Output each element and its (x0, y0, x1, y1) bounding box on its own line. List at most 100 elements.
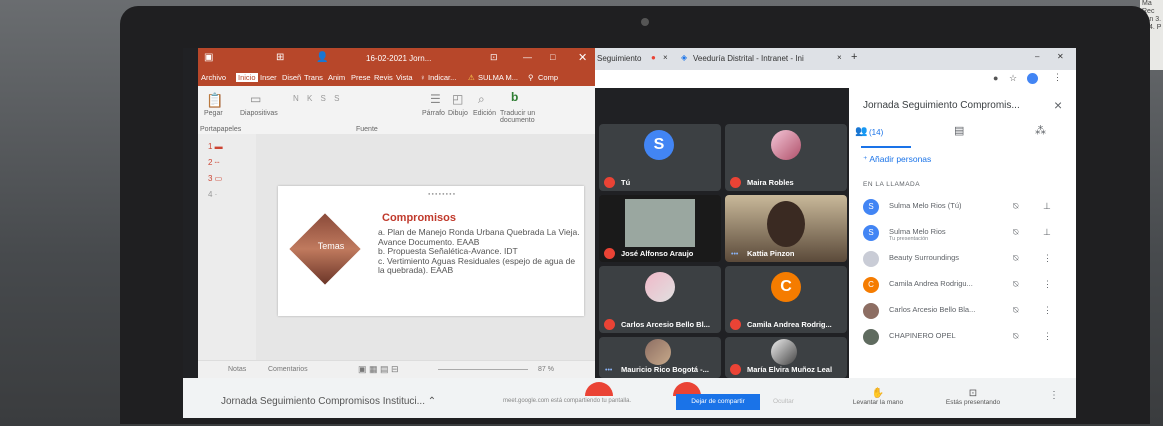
powerpoint-window: ▣ ⊞ 👤 16-02-2021 Jorn... ⊡ — □ ✕ Archivo… (198, 48, 595, 379)
avatar (645, 339, 671, 365)
close-tab-icon[interactable]: × (663, 53, 668, 62)
participant-row[interactable]: C Camila Andrea Rodrigu... ⍉ ⋮ (863, 274, 1068, 298)
more-options-icon[interactable]: ⋮ (1043, 279, 1052, 290)
new-tab-icon[interactable]: + (851, 51, 857, 63)
drawing-icon[interactable]: ◰ (452, 92, 463, 106)
participant-tile[interactable]: Carlos Arcesio Bello Bl... (599, 266, 721, 333)
thumbnail-1[interactable]: 1 ▬ (208, 142, 246, 156)
raise-hand-button[interactable]: ✋ Levantar la mano (843, 388, 913, 406)
participant-row[interactable]: Beauty Surroundings ⍉ ⋮ (863, 248, 1068, 272)
menu-icon[interactable]: ⋮ (1053, 72, 1062, 83)
participant-tile[interactable]: María Elvira Muñoz Leal (725, 337, 847, 378)
close-tab-icon[interactable]: × (837, 53, 842, 62)
avatar: S (863, 199, 879, 215)
clipboard-label: Portapapeles (200, 126, 242, 133)
camera-indicator-icon[interactable]: ● (993, 73, 998, 83)
close-window-icon[interactable]: ✕ (1057, 52, 1064, 61)
pin-icon[interactable]: ⊥ (1043, 227, 1051, 238)
chat-icon[interactable]: ▤ (954, 124, 964, 137)
minimize-icon[interactable]: — (523, 52, 532, 62)
search-icon[interactable]: ⌕ (478, 92, 485, 107)
tab-meet[interactable]: Seguimiento (597, 54, 641, 63)
save-icon[interactable]: ▣ (204, 52, 213, 63)
participant-tile[interactable]: C Camila Andrea Rodrig... (725, 266, 847, 333)
mic-off-icon: ⍉ (1013, 201, 1019, 211)
ribbon-display-icon[interactable]: ⊡ (490, 52, 498, 63)
people-icon[interactable]: 👥 (855, 126, 867, 137)
font-format-icons[interactable]: N K S S (293, 94, 342, 103)
tab-revisar[interactable]: Revis (374, 73, 393, 82)
recording-icon: ● (651, 53, 656, 62)
pin-icon[interactable]: ⊥ (1043, 201, 1051, 212)
translate-icon[interactable]: b (511, 90, 518, 104)
tell-me-box[interactable]: Indicar... (428, 73, 456, 82)
participant-tile[interactable]: S Tú (599, 124, 721, 191)
slide[interactable]: ● ● ● ● ● ● ● ● Temas Compromisos a. Pla… (278, 186, 584, 316)
sharing-notice: meet.google.com está compartiendo tu pan… (503, 398, 632, 404)
tab-vista[interactable]: Vista (396, 73, 413, 82)
presenting-button[interactable]: ⊡ Estás presentando (933, 388, 1013, 406)
tab-archivo[interactable]: Archivo (201, 73, 226, 82)
participant-tile[interactable]: ••• Mauricio Rico Bogotá -... (599, 337, 721, 378)
tab-transiciones[interactable]: Trans (304, 73, 323, 82)
speaking-icon: ••• (605, 367, 613, 374)
profile-avatar[interactable] (1027, 73, 1038, 84)
notes-button[interactable]: Notas (228, 366, 246, 373)
star-icon[interactable]: ☆ (1009, 73, 1017, 84)
ribbon-tabs: Archivo Inicio Inser Diseñ Trans Anim Pr… (198, 70, 595, 86)
view-icons[interactable]: ▣ ▦ ▤ ⊟ (358, 364, 399, 375)
tab-diseno[interactable]: Diseñ (282, 73, 301, 82)
tab-insertar[interactable]: Inser (260, 73, 277, 82)
tab-animaciones[interactable]: Anim (328, 73, 345, 82)
participant-name: CHAPINERO OPEL (889, 331, 956, 340)
paragraph-icon[interactable]: ☰ (430, 92, 441, 106)
hide-button[interactable]: Ocultar (773, 398, 794, 405)
mic-toggle-button[interactable] (585, 382, 613, 396)
meeting-name[interactable]: Jornada Seguimiento Compromisos Instituc… (221, 396, 436, 407)
maximize-icon[interactable]: □ (550, 52, 555, 62)
new-slide-icon[interactable]: ▭ (250, 92, 261, 106)
zoom-slider[interactable] (438, 369, 528, 370)
participant-tile[interactable]: Maira Robles (725, 124, 847, 191)
warning-icon: ⚠ (468, 73, 475, 82)
paste-icon[interactable]: 📋 (206, 92, 223, 109)
participant-name: Camila Andrea Rodrig... (747, 320, 832, 329)
participant-tile[interactable]: José Alfonso Araujo (599, 195, 721, 262)
more-options-icon[interactable]: ⋮ (1043, 331, 1052, 342)
stop-sharing-button[interactable]: Dejar de compartir (676, 394, 760, 410)
activities-icon[interactable]: ⁂ (1035, 124, 1046, 137)
tab-inicio[interactable]: Inicio (236, 73, 258, 82)
thumbnail-2[interactable]: 2 ┄ (208, 158, 246, 172)
more-options-icon[interactable]: ⋮ (1043, 253, 1052, 264)
comments-button[interactable]: Comentarios (268, 366, 308, 373)
participant-tile[interactable]: ••• Kattia Pinzon (725, 195, 847, 262)
avatar (863, 251, 879, 267)
user-icon[interactable]: 👤 (316, 52, 328, 63)
participant-row[interactable]: S Sulma Melo Rios Tu presentación ⍉ ⊥ (863, 222, 1068, 246)
more-options-icon[interactable]: ⋮ (1049, 390, 1059, 401)
translate-label: Traducir un documento (500, 110, 536, 124)
participant-name: Kattia Pinzon (747, 249, 795, 258)
participant-name: Tú (621, 178, 631, 187)
tab-veeduria[interactable]: Veeduría Distrital - Intranet - Ini (693, 54, 804, 63)
close-icon[interactable]: × (1054, 97, 1062, 113)
mic-off-icon (604, 248, 615, 259)
present-icon[interactable]: ⊞ (276, 52, 284, 63)
add-people-button[interactable]: ⁺ Añadir personas (863, 154, 931, 165)
paste-label: Pegar (204, 110, 223, 117)
ppt-status-bar: Notas Comentarios ▣ ▦ ▤ ⊟ 87 % (198, 360, 595, 379)
close-icon[interactable]: ✕ (578, 51, 587, 64)
account-name[interactable]: SULMA M... (478, 73, 518, 82)
slide-tema-label: Temas (317, 241, 345, 251)
thumbnail-4[interactable]: 4 · (208, 190, 246, 204)
avatar (863, 303, 879, 319)
participant-row[interactable]: CHAPINERO OPEL ⍉ ⋮ (863, 326, 1068, 350)
more-options-icon[interactable]: ⋮ (1043, 305, 1052, 316)
minimize-icon[interactable]: – (1035, 52, 1039, 61)
tab-compartir[interactable]: Comp (538, 73, 558, 82)
participant-row[interactable]: S Sulma Melo Rios (Tú) ⍉ ⊥ (863, 196, 1068, 220)
tab-presentacion[interactable]: Prese (351, 73, 371, 82)
thumbnail-3[interactable]: 3 ▭ (208, 174, 246, 188)
participant-name: Carlos Arcesio Bello Bla... (889, 305, 976, 314)
participant-row[interactable]: Carlos Arcesio Bello Bla... ⍉ ⋮ (863, 300, 1068, 324)
